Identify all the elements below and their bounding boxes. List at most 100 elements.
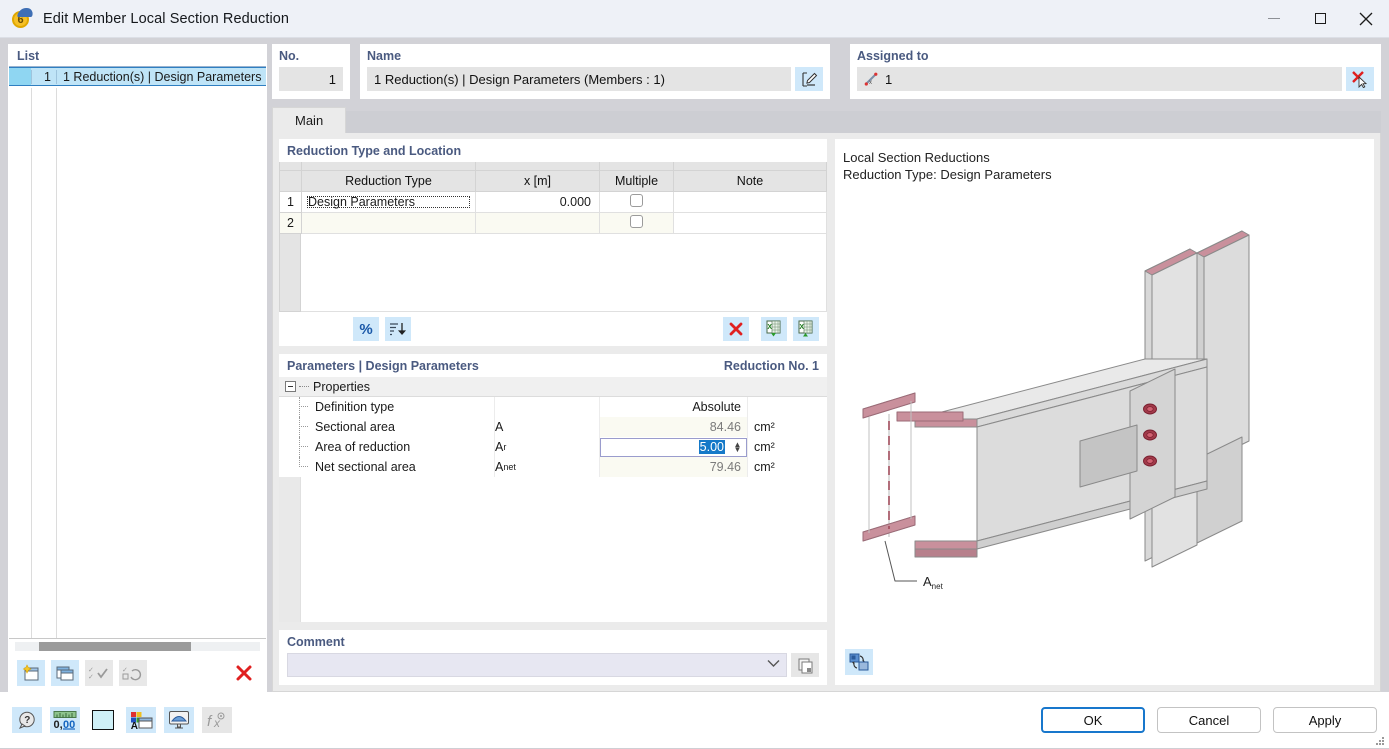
percent-button[interactable]: % xyxy=(353,317,379,341)
list-item-label: 1 Reduction(s) | Design Parameters xyxy=(56,70,266,84)
list-grid-line xyxy=(56,88,57,638)
area-of-reduction-input[interactable]: 5.00 ▲▼ xyxy=(600,438,747,457)
property-symbol: Ar xyxy=(494,437,599,457)
comment-title: Comment xyxy=(287,635,819,649)
comment-group: Comment xyxy=(279,630,827,685)
svg-text:✓: ✓ xyxy=(88,674,94,681)
tab-main[interactable]: Main xyxy=(272,107,346,133)
property-value: 79.46 xyxy=(599,457,747,477)
list-hscroll[interactable] xyxy=(9,639,266,655)
help-button[interactable]: ? xyxy=(12,707,42,733)
cell-x[interactable] xyxy=(476,212,600,233)
excel-import-icon[interactable]: X xyxy=(761,317,787,341)
property-value[interactable]: Absolute xyxy=(599,397,747,417)
property-value: 84.46 xyxy=(599,417,747,437)
cell-x[interactable]: 0.000 xyxy=(476,191,600,212)
list-box[interactable]: 1 1 Reduction(s) | Design Parameters xyxy=(9,66,266,639)
invert-selection-button: ✓ xyxy=(119,660,147,686)
cell-multiple[interactable] xyxy=(600,191,674,212)
delete-item-button[interactable] xyxy=(230,660,258,686)
select-all-button: ✓ ✓ xyxy=(85,660,113,686)
close-button[interactable] xyxy=(1343,0,1389,38)
parameters-group: Parameters | Design Parameters Reduction… xyxy=(279,354,827,622)
property-row-area-of-reduction[interactable]: Area of reduction Ar 5.00 ▲▼ cm² xyxy=(279,437,827,457)
cell-reduction-type[interactable] xyxy=(302,212,476,233)
properties-root-label: Properties xyxy=(313,380,370,394)
hscroll-track[interactable] xyxy=(15,642,260,651)
copy-item-button[interactable] xyxy=(51,660,79,686)
property-row-sectional-area[interactable]: Sectional area A 84.46 cm² xyxy=(279,417,827,437)
col-note: Note xyxy=(674,170,827,191)
assigned-panel: Assigned to x 1 xyxy=(850,44,1381,99)
parameters-title-text: Parameters | Design Parameters xyxy=(287,359,479,373)
preview-line-2: Reduction Type: Design Parameters xyxy=(843,166,1052,183)
cancel-button[interactable]: Cancel xyxy=(1157,707,1261,733)
reduction-no-label: Reduction No. 1 xyxy=(724,359,819,373)
window-title: Edit Member Local Section Reduction xyxy=(43,11,289,27)
list-item[interactable]: 1 1 Reduction(s) | Design Parameters xyxy=(9,67,266,86)
pick-in-graphic-icon[interactable] xyxy=(1346,67,1374,91)
multiple-checkbox[interactable] xyxy=(630,215,643,228)
sort-icon[interactable] xyxy=(385,317,411,341)
name-field[interactable]: 1 Reduction(s) | Design Parameters (Memb… xyxy=(367,67,791,91)
list-item-number: 1 xyxy=(31,70,56,84)
property-value-editor[interactable]: 5.00 ▲▼ xyxy=(599,437,747,457)
ok-button[interactable]: OK xyxy=(1041,707,1145,733)
reduction-table[interactable]: Reduction Type x [m] Multiple Note 1 Des… xyxy=(279,162,827,234)
resize-grip[interactable] xyxy=(1375,734,1385,744)
render-view-button[interactable] xyxy=(164,707,194,733)
spinner-arrows-icon[interactable]: ▲▼ xyxy=(731,442,744,452)
beam-connection-illustration: Anet xyxy=(845,209,1374,639)
property-symbol: A xyxy=(494,417,599,437)
edit-name-icon[interactable] xyxy=(795,67,823,91)
property-label: Sectional area xyxy=(279,417,494,437)
excel-export-icon[interactable]: X xyxy=(793,317,819,341)
tab-strip-filler xyxy=(346,111,1381,133)
no-field[interactable]: 1 xyxy=(279,67,343,91)
copy-comment-icon[interactable] xyxy=(791,653,819,677)
list-grid-line xyxy=(31,88,32,638)
hscroll-thumb[interactable] xyxy=(39,642,191,651)
apply-button[interactable]: Apply xyxy=(1273,707,1377,733)
tab-strip: Main xyxy=(272,107,1381,133)
table-row[interactable]: 1 Design Parameters 0.000 xyxy=(280,191,827,212)
no-panel: No. 1 xyxy=(272,44,350,99)
properties-root-row[interactable]: Properties xyxy=(279,377,827,397)
minimize-button[interactable] xyxy=(1251,0,1297,38)
cell-multiple[interactable] xyxy=(600,212,674,233)
assigned-field[interactable]: x 1 xyxy=(857,67,1342,91)
name-label: Name xyxy=(367,49,823,63)
property-unit: cm² xyxy=(747,457,787,477)
cell-note[interactable] xyxy=(674,212,827,233)
maximize-button[interactable] xyxy=(1297,0,1343,38)
tab-body: Reduction Type and Location Reduction Ty… xyxy=(272,133,1381,692)
property-row-net-sectional-area[interactable]: Net sectional area Anet 79.46 cm² xyxy=(279,457,827,477)
app-logo-6-icon: 6 xyxy=(12,8,34,30)
table-group-header-row xyxy=(280,162,827,170)
property-symbol xyxy=(494,397,599,417)
delete-row-button[interactable] xyxy=(723,317,749,341)
preview-caption: Local Section Reductions Reduction Type:… xyxy=(843,149,1052,183)
property-symbol: Anet xyxy=(494,457,599,477)
list-color-swatch xyxy=(9,68,31,85)
new-item-button[interactable] xyxy=(17,660,45,686)
color-swatch-button[interactable] xyxy=(88,707,118,733)
cell-reduction-type[interactable]: Design Parameters xyxy=(302,191,476,212)
svg-text:00: 00 xyxy=(63,719,75,730)
preview-pane[interactable]: Local Section Reductions Reduction Type:… xyxy=(835,139,1374,685)
assigned-value: 1 xyxy=(885,72,892,87)
property-row-definition-type[interactable]: Definition type Absolute xyxy=(279,397,827,417)
units-button[interactable]: 0, 00 xyxy=(50,707,80,733)
chevron-down-icon[interactable] xyxy=(767,659,780,671)
cell-reduction-type-text: Design Parameters xyxy=(306,195,471,209)
cell-note[interactable] xyxy=(674,191,827,212)
collapse-icon[interactable] xyxy=(285,381,296,392)
display-properties-button[interactable]: A xyxy=(126,707,156,733)
svg-text:✓: ✓ xyxy=(122,667,128,674)
table-empty-area xyxy=(279,234,827,313)
multiple-checkbox[interactable] xyxy=(630,194,643,207)
rotate-view-icon[interactable] xyxy=(845,649,873,675)
comment-input[interactable] xyxy=(287,653,787,677)
svg-text:f: f xyxy=(207,713,213,730)
table-row[interactable]: 2 xyxy=(280,212,827,233)
